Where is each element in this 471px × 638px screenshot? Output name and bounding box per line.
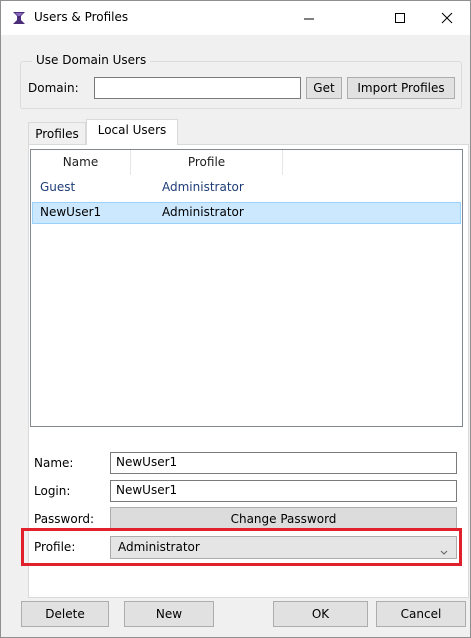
change-password-button[interactable]: Change Password	[110, 507, 457, 531]
chevron-down-icon	[440, 545, 448, 559]
password-label: Password:	[34, 512, 95, 526]
users-profiles-window: Users & Profiles Use Domain Users Domain…	[0, 0, 471, 638]
profile-select[interactable]: Administrator	[110, 536, 457, 559]
ok-button[interactable]: OK	[273, 601, 368, 627]
column-header-name[interactable]: Name	[31, 150, 131, 175]
login-field[interactable]: NewUser1	[110, 480, 457, 502]
domain-label: Domain:	[28, 81, 79, 95]
tab-local-users[interactable]: Local Users	[86, 119, 178, 145]
login-label: Login:	[34, 484, 71, 498]
close-icon	[441, 12, 453, 24]
name-field[interactable]: NewUser1	[110, 452, 457, 474]
window-title: Users & Profiles	[34, 10, 129, 24]
delete-button[interactable]: Delete	[21, 601, 109, 627]
import-profiles-button[interactable]: Import Profiles	[347, 77, 455, 99]
column-header-profile[interactable]: Profile	[131, 150, 283, 175]
minimize-icon	[304, 18, 314, 20]
cancel-button[interactable]: Cancel	[376, 601, 466, 627]
tab-profiles[interactable]: Profiles	[28, 122, 86, 144]
domain-input[interactable]	[94, 77, 301, 99]
new-button[interactable]: New	[124, 601, 214, 627]
app-icon	[12, 11, 26, 25]
minimize-button[interactable]	[286, 1, 332, 35]
profile-select-value: Administrator	[118, 540, 200, 554]
get-button[interactable]: Get	[306, 77, 342, 99]
row-profile: Administrator	[162, 205, 244, 219]
close-button[interactable]	[424, 1, 470, 35]
table-row-selected[interactable]: NewUser1 Administrator	[32, 202, 461, 224]
table-row[interactable]: Guest Administrator	[32, 177, 461, 199]
title-bar[interactable]: Users & Profiles	[1, 1, 470, 35]
users-list[interactable]: Name Profile Guest Administrator NewUser…	[30, 149, 463, 427]
group-legend: Use Domain Users	[32, 53, 151, 67]
row-name: Guest	[40, 180, 76, 194]
profile-label: Profile:	[34, 540, 76, 554]
maximize-button[interactable]	[377, 1, 423, 35]
maximize-icon	[395, 13, 405, 23]
name-label: Name:	[34, 456, 74, 470]
row-name: NewUser1	[40, 205, 102, 219]
row-profile: Administrator	[162, 180, 244, 194]
